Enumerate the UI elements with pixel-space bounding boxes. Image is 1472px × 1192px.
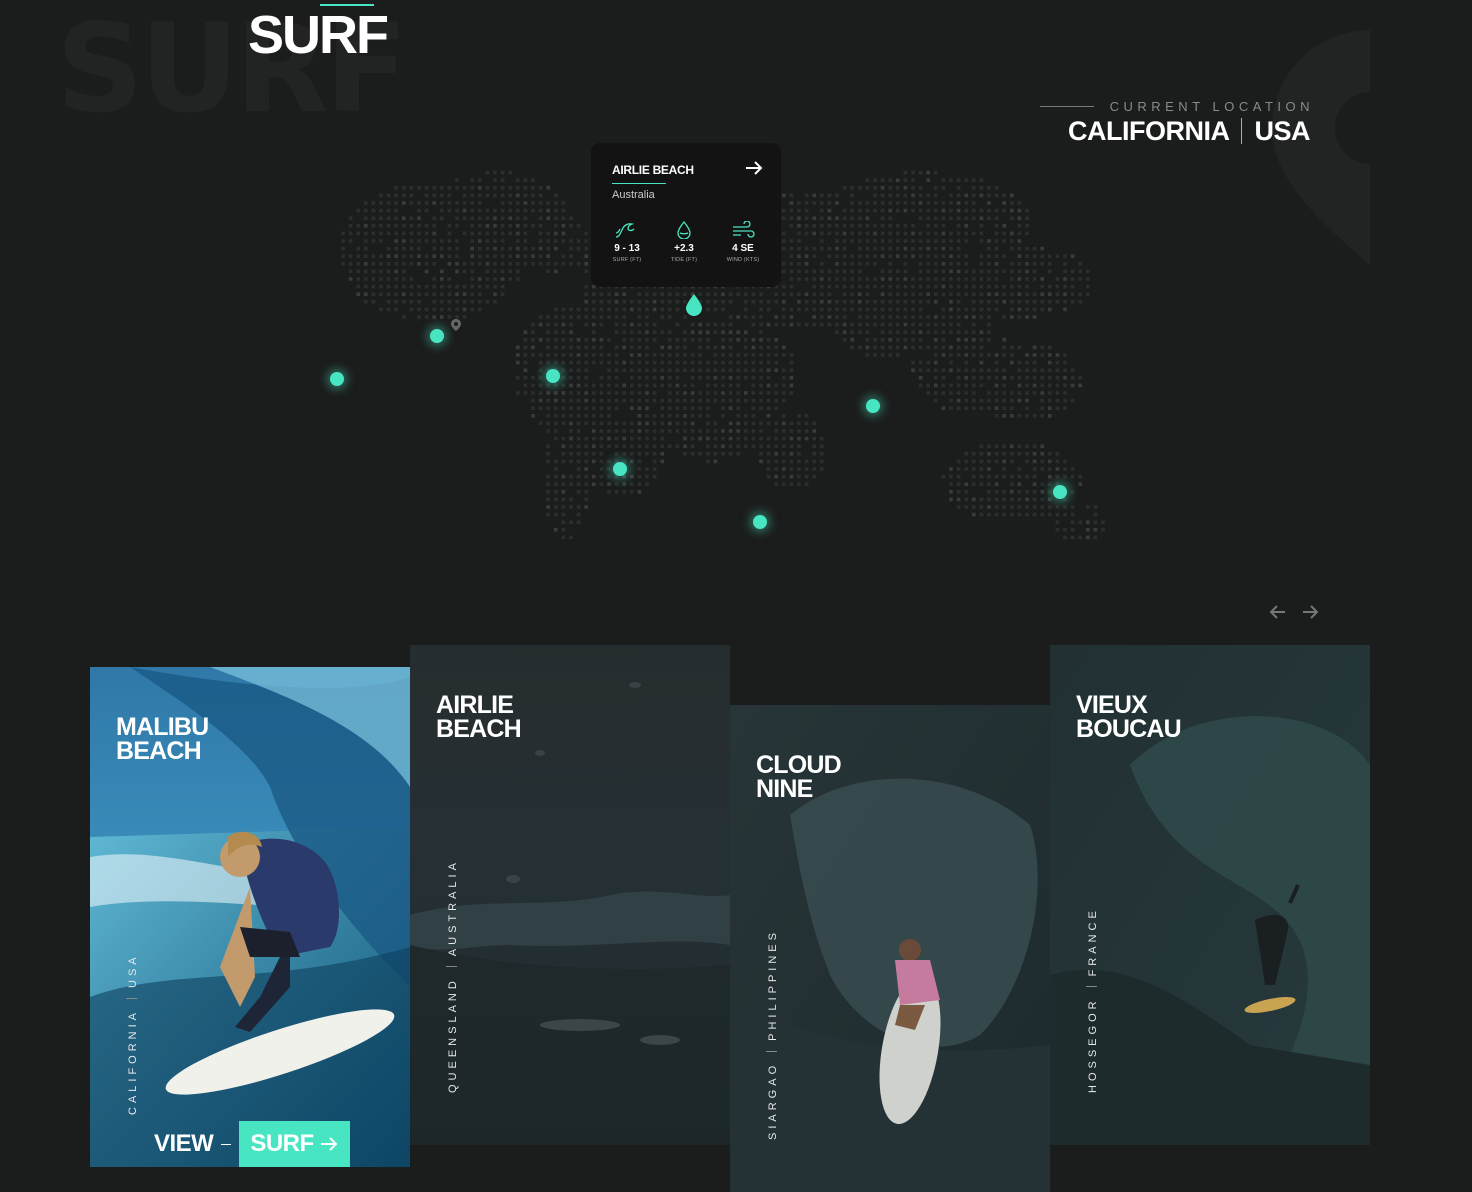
arrow-right-icon[interactable] [1300, 602, 1320, 622]
stat-caption: TIDE (FT) [670, 257, 698, 263]
current-location-label: CURRENT LOCATION [1109, 99, 1314, 114]
location-separator [1241, 118, 1243, 144]
surf-label: SURF [250, 1130, 314, 1157]
arrow-left-icon[interactable] [1268, 602, 1288, 622]
brand-logo[interactable]: SURF [248, 6, 389, 64]
spot-card-airlie[interactable]: AIRLIE BEACH QUEENSLAND AUSTRALIA [410, 645, 730, 1145]
map-pin[interactable] [753, 515, 767, 529]
card-location-vertical: SIARGAO PHILIPPINES [766, 929, 779, 1140]
vertical-separator [1086, 986, 1097, 988]
map-location-marker-icon [451, 318, 461, 336]
popup-country: Australia [612, 189, 655, 201]
card-region: CALIFORNIA [127, 1008, 139, 1115]
stat-wind: 4 SE WIND (KTS) [723, 221, 763, 263]
stat-tide: +2.3 TIDE (FT) [664, 221, 704, 263]
map-pin[interactable] [613, 462, 627, 476]
spot-card-cloud-nine[interactable]: CLOUD NINE SIARGAO PHILIPPINES [730, 705, 1050, 1192]
map-pin[interactable] [430, 329, 444, 343]
location-popup[interactable]: AIRLIE BEACH Australia 9 - 13 SURF (FT) … [591, 143, 781, 287]
card-title: VIEUX BOUCAU [1076, 691, 1182, 743]
tide-drop-icon [677, 221, 691, 239]
vertical-separator [126, 997, 137, 999]
selected-pin-drop-icon[interactable] [686, 294, 702, 321]
vertical-separator [446, 966, 457, 968]
view-dash [221, 1143, 232, 1145]
wave-icon [615, 223, 635, 238]
arrow-right-icon[interactable] [745, 161, 763, 180]
card-country: AUSTRALIA [447, 859, 459, 957]
view-surf-button[interactable]: VIEW SURF [154, 1121, 350, 1167]
wind-icon [733, 221, 755, 238]
view-surf-chip[interactable]: SURF [239, 1121, 350, 1167]
stat-caption: WIND (KTS) [726, 257, 760, 263]
popup-title-underline [612, 183, 666, 184]
card-location-vertical: HOSSEGOR FRANCE [1086, 907, 1099, 1093]
vertical-separator [766, 1050, 777, 1052]
card-title: AIRLIE BEACH [436, 691, 522, 743]
card-region: HOSSEGOR [1087, 997, 1099, 1093]
card-country: FRANCE [1087, 907, 1099, 977]
card-country: PHILIPPINES [767, 929, 779, 1041]
spot-card-vieux-boucau[interactable]: VIEUX BOUCAU HOSSEGOR FRANCE [1050, 645, 1370, 1145]
card-location-vertical: QUEENSLAND AUSTRALIA [446, 859, 459, 1093]
card-region: QUEENSLAND [447, 977, 459, 1093]
location-divider-line [1040, 106, 1094, 107]
location-pin-icon [1266, 30, 1370, 266]
slider-nav [1268, 602, 1328, 627]
stat-value: 4 SE [732, 243, 754, 254]
popup-title: AIRLIE BEACH [612, 163, 694, 177]
map-pin[interactable] [546, 369, 560, 383]
arrow-right-icon [320, 1137, 338, 1151]
card-title: MALIBU BEACH [116, 713, 209, 765]
stat-value: 9 - 13 [614, 243, 640, 254]
stat-surf: 9 - 13 SURF (FT) [607, 221, 647, 263]
current-location-country: USA [1254, 116, 1310, 146]
stat-value: +2.3 [674, 243, 694, 254]
spot-card-malibu[interactable]: MALIBU BEACH CALIFORNIA USA VIEW SURF [90, 667, 410, 1167]
card-region: SIARGAO [767, 1061, 779, 1140]
map-pin[interactable] [866, 399, 880, 413]
view-label: VIEW [154, 1130, 214, 1157]
card-country: USA [127, 953, 139, 988]
map-pin[interactable] [330, 372, 344, 386]
card-title: CLOUD NINE [756, 751, 842, 803]
stat-caption: SURF (FT) [612, 257, 642, 263]
card-location-vertical: CALIFORNIA USA [126, 953, 139, 1115]
map-pin[interactable] [1053, 485, 1067, 499]
